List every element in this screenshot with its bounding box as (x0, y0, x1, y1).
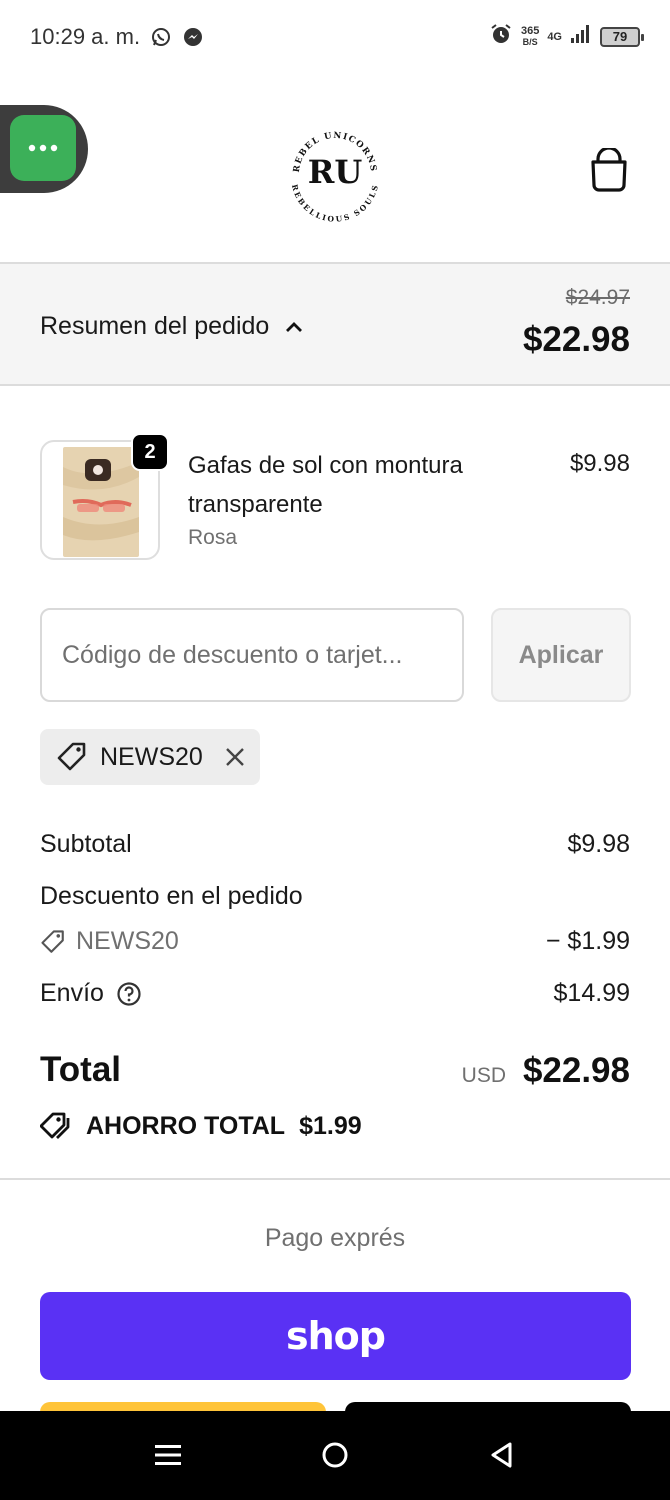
total-savings: AHORRO TOTAL $1.99 (40, 1110, 362, 1142)
store-header: REBEL UNICORNS REBELLIOUS SOULS RU (0, 76, 670, 264)
product-image (63, 447, 139, 557)
back-triangle-icon (491, 1442, 512, 1468)
shop-pay-button[interactable]: shop (40, 1292, 631, 1380)
subtotal-value: $9.98 (567, 830, 630, 858)
net-speed-unit: B/S (522, 36, 538, 47)
messenger-icon (182, 26, 204, 53)
express-checkout-label: Pago exprés (264, 1224, 406, 1252)
total-label: Total (40, 1050, 122, 1089)
logo-initials: RU (308, 153, 363, 191)
section-divider (0, 1178, 670, 1180)
subtotal-label: Subtotal (40, 830, 132, 858)
alarm-icon (489, 22, 513, 51)
home-circle-icon (322, 1442, 348, 1468)
whatsapp-icon (150, 26, 172, 53)
shop-pay-label: shop (286, 1314, 386, 1358)
discount-row: Descuento en el pedido (40, 882, 630, 911)
close-icon (225, 748, 244, 766)
signal-icon (570, 24, 592, 49)
savings-label: AHORRO TOTAL (86, 1111, 286, 1140)
tag-icon (57, 742, 86, 771)
discount-code-input[interactable] (40, 608, 464, 702)
shipping-label: Envío (40, 979, 104, 1007)
floating-menu[interactable] (0, 105, 88, 193)
original-price: $24.97 (565, 286, 630, 309)
savings-tag-icon (40, 1112, 70, 1139)
product-variant: Rosa (188, 526, 238, 549)
quantity-badge: 2 (131, 433, 169, 471)
network-type: 4G (547, 30, 562, 43)
product-name: Gafas de sol con montura transparente (188, 452, 463, 518)
net-speed-value: 365 (520, 24, 540, 37)
total-value: $22.98 (522, 1051, 630, 1090)
store-logo[interactable]: REBEL UNICORNS REBELLIOUS SOULS RU (285, 122, 385, 222)
system-status: 365 B/S 4G 79 (489, 22, 644, 51)
shipping-value: $14.99 (553, 979, 630, 1007)
order-summary-toggle[interactable]: Resumen del pedido (40, 312, 303, 341)
battery-icon: 79 (600, 26, 644, 47)
discount-code-row: NEWS20 − $1.99 (40, 927, 630, 956)
back-button[interactable] (482, 1437, 522, 1473)
status-time: 10:29 a. m. (30, 24, 141, 49)
subtotal-row: Subtotal $9.98 (40, 830, 630, 859)
applied-code-chip: NEWS20 (40, 729, 260, 785)
applied-code-label: NEWS20 (100, 742, 203, 771)
more-button[interactable] (10, 115, 76, 181)
system-nav-bar (0, 1411, 670, 1500)
apply-discount-button[interactable]: Aplicar (491, 608, 631, 702)
menu-icon (155, 1445, 181, 1465)
tag-icon (41, 929, 64, 953)
help-icon[interactable] (116, 981, 142, 1007)
net-speed: 365 B/S (520, 24, 540, 48)
recent-apps-button[interactable] (148, 1437, 188, 1473)
discount-code-label: NEWS20 (76, 927, 179, 955)
cart-bag-icon[interactable] (588, 148, 630, 192)
order-summary-bar[interactable]: Resumen del pedido $24.97 $22.98 (0, 264, 670, 386)
total-currency: USD (461, 1064, 506, 1087)
chevron-up-icon (286, 321, 303, 332)
savings-value: $1.99 (299, 1111, 362, 1140)
home-button[interactable] (315, 1437, 355, 1473)
product-price: $9.98 (569, 450, 630, 477)
more-dots-icon (28, 144, 58, 152)
discount-label: Descuento en el pedido (40, 882, 303, 910)
discount-value: − $1.99 (545, 927, 630, 955)
notification-icons (150, 26, 204, 53)
remove-code-button[interactable] (223, 745, 247, 769)
order-summary-label: Resumen del pedido (40, 312, 270, 340)
battery-level: 79 (612, 29, 628, 44)
summary-price: $22.98 (522, 320, 630, 359)
shipping-row: Envío $14.99 (40, 979, 630, 1008)
status-bar: 10:29 a. m. 365 B/S 4G 79 (0, 0, 670, 76)
